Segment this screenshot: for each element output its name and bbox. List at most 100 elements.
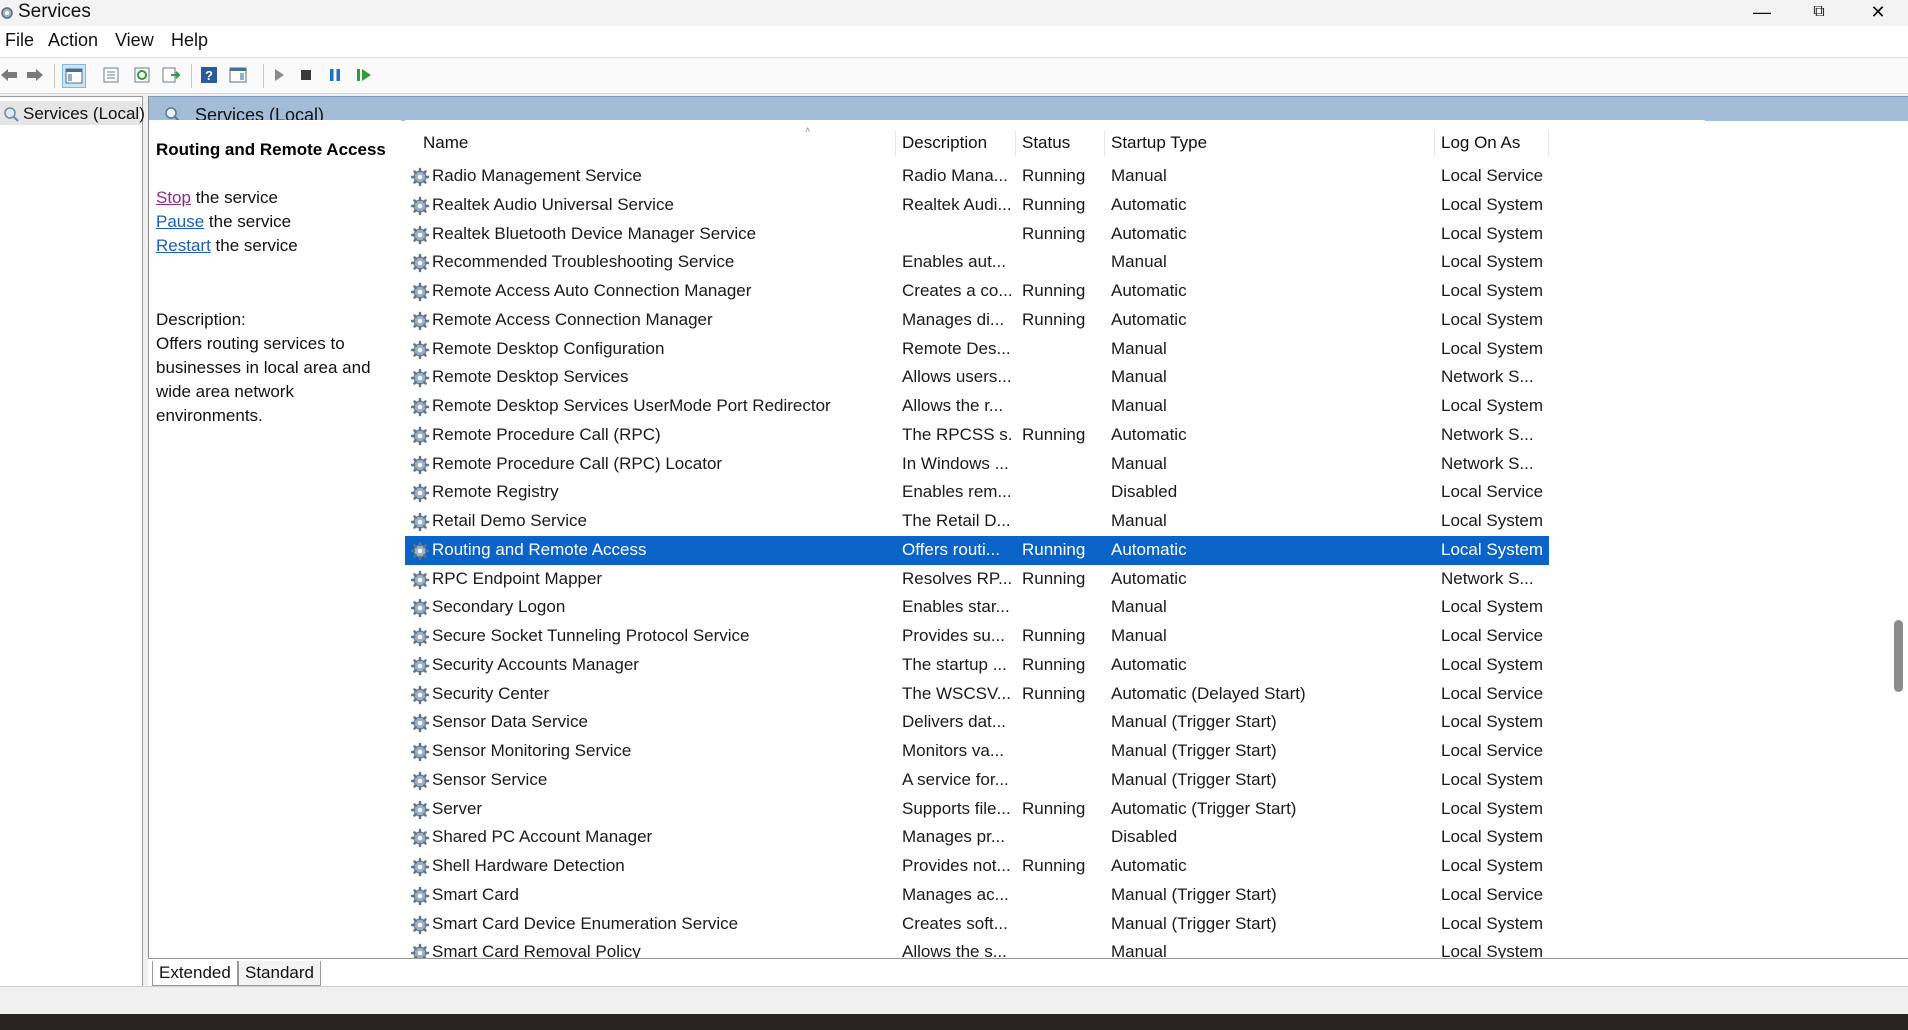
service-row[interactable]: Server Supports file... Running Automati… — [405, 795, 1705, 824]
service-name: Secondary Logon — [432, 597, 566, 617]
services-list[interactable]: ˄ Name Description Status Startup Type L… — [405, 120, 1705, 958]
service-row[interactable]: Remote Registry Enables rem... Disabled … — [405, 478, 1705, 507]
service-row[interactable]: Remote Desktop Services UserMode Port Re… — [405, 392, 1705, 421]
service-row[interactable]: Recommended Troubleshooting Service Enab… — [405, 248, 1705, 277]
service-row[interactable]: Smart Card Device Enumeration Service Cr… — [405, 910, 1705, 939]
service-row[interactable]: Remote Desktop Configuration Remote Des.… — [405, 335, 1705, 364]
tab-standard[interactable]: Standard — [238, 961, 321, 986]
service-gear-icon — [410, 167, 431, 187]
menu-help[interactable]: Help — [171, 30, 208, 51]
service-log-on-as: Local System — [1441, 223, 1544, 243]
close-button[interactable]: ✕ — [1850, 0, 1906, 24]
show-action-pane-icon[interactable] — [227, 64, 249, 86]
menu-view[interactable]: View — [115, 30, 154, 51]
tree-item-services-local[interactable]: Services (Local) — [0, 101, 145, 125]
column-header-log-on-as[interactable]: Log On As — [1435, 130, 1549, 156]
column-header-startup-type[interactable]: Startup Type — [1105, 130, 1435, 156]
column-header-name[interactable]: Name — [405, 130, 896, 156]
service-row[interactable]: Sensor Monitoring Service Monitors va...… — [405, 737, 1705, 766]
service-name: Recommended Troubleshooting Service — [432, 252, 735, 272]
service-row[interactable]: Remote Procedure Call (RPC) The RPCSS s.… — [405, 421, 1705, 450]
export-list-icon[interactable] — [160, 64, 182, 86]
service-startup-type: Manual (Trigger Start) — [1111, 712, 1277, 732]
column-header-description[interactable]: Description — [896, 130, 1016, 156]
resume-service-icon[interactable] — [353, 64, 375, 86]
service-row[interactable]: Sensor Data Service Delivers dat... Manu… — [405, 708, 1705, 737]
service-row[interactable]: Smart Card Manages ac... Manual (Trigger… — [405, 881, 1705, 910]
service-status — [1022, 478, 1102, 506]
forward-icon[interactable] — [24, 64, 46, 86]
tab-extended[interactable]: Extended — [152, 961, 238, 986]
service-row[interactable]: Realtek Audio Universal Service Realtek … — [405, 191, 1705, 220]
service-log-on-as: Network S... — [1441, 568, 1534, 588]
service-name: Remote Access Connection Manager — [432, 309, 713, 329]
service-row[interactable]: RPC Endpoint Mapper Resolves RP... Runni… — [405, 565, 1705, 594]
properties-icon[interactable] — [100, 64, 122, 86]
service-name: Smart Card — [432, 884, 519, 904]
service-row-selected[interactable]: Routing and Remote Access Offers routi..… — [405, 535, 1549, 565]
service-description: Provides not... — [902, 856, 1011, 875]
service-log-on-as: Local System — [1441, 281, 1544, 300]
service-gear-icon — [410, 541, 431, 561]
service-name: Realtek Audio Universal Service — [432, 194, 674, 214]
service-row[interactable]: Realtek Bluetooth Device Manager Service… — [405, 220, 1705, 249]
service-description: A service for... — [902, 769, 1009, 789]
service-row[interactable]: Radio Management Service Radio Mana... R… — [405, 162, 1705, 191]
service-row[interactable]: Smart Card Removal Policy Allows the s..… — [405, 938, 1705, 958]
service-startup-type: Manual — [1111, 942, 1167, 958]
service-row[interactable]: Remote Desktop Services Allows users... … — [405, 363, 1705, 392]
service-status — [1022, 708, 1102, 736]
start-service-icon[interactable] — [268, 64, 290, 86]
service-row[interactable]: Shared PC Account Manager Manages pr... … — [405, 823, 1705, 852]
service-name: Shared PC Account Manager — [432, 827, 653, 847]
service-log-on-as: Local Service — [1441, 884, 1544, 904]
service-description: Manages pr... — [902, 827, 1006, 847]
service-startup-type: Manual (Trigger Start) — [1111, 769, 1277, 789]
column-header-status[interactable]: Status — [1016, 130, 1105, 156]
window-title: Services — [18, 1, 91, 22]
menu-action[interactable]: Action — [48, 30, 98, 51]
vertical-scrollbar[interactable] — [1890, 122, 1906, 958]
minimize-button[interactable]: — — [1734, 0, 1790, 24]
service-row[interactable]: Remote Access Auto Connection Manager Cr… — [405, 277, 1705, 306]
service-gear-icon — [410, 512, 431, 532]
title-bar: Services — ⧉ ✕ — [0, 0, 1908, 26]
service-log-on-as: Local System — [1441, 597, 1544, 617]
service-name: Routing and Remote Access — [432, 539, 647, 559]
service-status — [1022, 938, 1102, 958]
service-name: Secure Socket Tunneling Protocol Service — [432, 626, 750, 645]
pause-link[interactable]: Pause — [156, 212, 204, 231]
help-icon[interactable]: ? — [198, 64, 220, 86]
service-startup-type: Manual (Trigger Start) — [1111, 913, 1277, 933]
service-name: Remote Access Auto Connection Manager — [432, 281, 752, 300]
back-icon[interactable] — [0, 64, 20, 86]
service-row[interactable]: Security Accounts Manager The startup ..… — [405, 651, 1705, 680]
service-status: Running — [1022, 281, 1086, 300]
stop-link[interactable]: Stop — [156, 188, 191, 207]
service-log-on-as: Local System — [1441, 338, 1544, 358]
service-row[interactable]: Retail Demo Service The Retail D... Manu… — [405, 507, 1705, 536]
service-row[interactable]: Remote Access Connection Manager Manages… — [405, 306, 1705, 335]
scrollbar-thumb[interactable] — [1894, 620, 1903, 692]
toolbar-separator — [54, 64, 55, 88]
service-name: Radio Management Service — [432, 166, 642, 185]
service-row[interactable]: Remote Procedure Call (RPC) Locator In W… — [405, 450, 1705, 479]
refresh-icon[interactable] — [131, 64, 153, 86]
service-startup-type: Manual — [1111, 626, 1167, 645]
service-row[interactable]: Security Center The WSCSV... Running Aut… — [405, 680, 1705, 709]
restart-link[interactable]: Restart — [156, 236, 211, 255]
service-row[interactable]: Secure Socket Tunneling Protocol Service… — [405, 622, 1705, 651]
service-row[interactable]: Shell Hardware Detection Provides not...… — [405, 852, 1705, 881]
maximize-button[interactable]: ⧉ — [1791, 0, 1847, 24]
service-row[interactable]: Sensor Service A service for... Manual (… — [405, 766, 1705, 795]
show-hide-console-tree-icon[interactable] — [62, 64, 86, 88]
tree-item-label: Services (Local) — [23, 104, 145, 123]
service-log-on-as: Local Service — [1441, 166, 1544, 185]
service-name: Smart Card Removal Policy — [432, 942, 641, 958]
menu-file[interactable]: File — [5, 30, 34, 51]
pause-service-icon[interactable] — [324, 64, 346, 86]
service-status — [1022, 335, 1102, 363]
service-description: The RPCSS s... — [902, 424, 1012, 444]
stop-service-icon[interactable] — [295, 64, 317, 86]
service-row[interactable]: Secondary Logon Enables star... Manual L… — [405, 593, 1705, 622]
